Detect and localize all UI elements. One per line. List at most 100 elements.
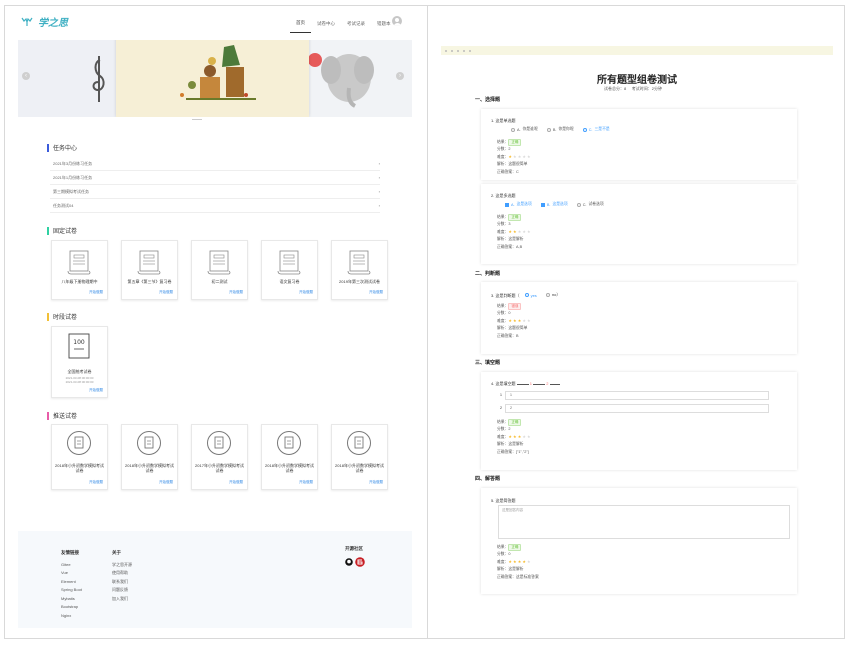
task-item[interactable]: 2021年1月份练习任务 › xyxy=(50,171,380,185)
fixed-papers-heading: 固定试卷 xyxy=(47,226,77,235)
blank-input-2[interactable]: 22 xyxy=(500,404,769,413)
nav-exam-record[interactable]: 考试记录 xyxy=(341,19,371,33)
result-row: 结果： 正确 xyxy=(497,544,522,551)
task-item[interactable]: 任务测试04 › xyxy=(50,199,380,213)
radio-icon xyxy=(546,127,551,132)
deer-logo-icon xyxy=(21,17,33,26)
radio-selected-icon xyxy=(524,293,529,297)
footer-link[interactable]: Vue xyxy=(61,569,82,578)
difficulty-label: 难度： xyxy=(497,560,509,564)
answer-value: ["1","2"] xyxy=(515,450,529,454)
option-b[interactable]: B. 这是选项 xyxy=(540,202,568,207)
footer-link[interactable]: 加入我们 xyxy=(112,595,132,604)
option-a[interactable]: A. 这是选项 xyxy=(505,202,532,207)
footer-link[interactable]: Nginx xyxy=(61,612,82,621)
difficulty-label: 难度： xyxy=(497,155,509,159)
option-true[interactable]: yes xyxy=(524,293,537,298)
option-false[interactable]: no） xyxy=(545,292,560,298)
footer-link[interactable]: 联系我们 xyxy=(112,578,132,587)
question-nav-dot[interactable] xyxy=(445,49,447,52)
start-paper-button[interactable]: 开始做题 xyxy=(369,290,383,295)
paper-name: 2018年小升初数学模拟考试试卷 xyxy=(265,463,314,473)
start-paper-button[interactable]: 开始做题 xyxy=(89,290,103,295)
task-item[interactable]: 2021年3月份练习任务 › xyxy=(50,157,380,171)
start-paper-button[interactable]: 开始做题 xyxy=(299,480,313,485)
svg-text:100: 100 xyxy=(73,339,85,346)
start-paper-button[interactable]: 开始做题 xyxy=(159,290,173,295)
difficulty-row: 难度：★ ★ ★ ★ ★ xyxy=(497,154,531,160)
option-a[interactable]: A. 你是谁呢 xyxy=(511,127,538,132)
document-icon xyxy=(347,250,371,275)
option-c[interactable]: C. 试卷选项 xyxy=(576,202,604,207)
logo[interactable]: 学之思 xyxy=(20,14,68,29)
start-paper-button[interactable]: 开始做题 xyxy=(159,480,173,485)
footer-link[interactable]: 使用帮助 xyxy=(112,569,132,578)
carousel-indicator[interactable] xyxy=(192,119,202,120)
difficulty-row: 难度：★ ★ ★ ★ ★ xyxy=(497,318,531,324)
score-label: 分数： xyxy=(497,311,509,315)
paper-card[interactable]: 2018年小升初数学模拟考试试卷 开始做题 xyxy=(261,424,318,490)
score-row: 分数：2 xyxy=(497,427,511,432)
star-empty-icon: ★ xyxy=(517,229,522,234)
push-papers-heading: 推送试卷 xyxy=(47,411,77,420)
option-b[interactable]: B. 你是你呢 xyxy=(546,127,574,132)
start-paper-button[interactable]: 开始做题 xyxy=(89,388,103,393)
exam-clipboard-icon xyxy=(277,431,301,455)
question-nav-dot[interactable] xyxy=(457,49,459,52)
radio-selected-icon xyxy=(582,127,587,132)
task-item-label: 任务测试04 xyxy=(53,202,74,208)
document-icon xyxy=(137,250,161,275)
carousel-next-button[interactable]: › xyxy=(396,72,404,80)
github-icon[interactable] xyxy=(345,557,353,566)
start-paper-button[interactable]: 开始做题 xyxy=(369,480,383,485)
parse-row: 解析：这是解析 xyxy=(497,442,524,447)
carousel-prev-button[interactable]: ‹ xyxy=(22,72,30,80)
start-paper-button[interactable]: 开始做题 xyxy=(89,480,103,485)
footer-link[interactable]: 问题反馈 xyxy=(112,586,132,595)
score-value: 2 xyxy=(508,427,511,431)
question-card-3: 3. 这是判断题（ yes no） 结果： 错误 分数：0 难度：★ ★ ★ ★ … xyxy=(481,282,797,354)
start-paper-button[interactable]: 开始做题 xyxy=(299,290,313,295)
question-nav-dot[interactable] xyxy=(469,49,471,52)
star-icon: ★ xyxy=(513,229,517,234)
option-key: B. xyxy=(552,127,557,132)
paper-card[interactable]: 八年级下册物理期中 开始做题 xyxy=(51,240,108,300)
task-item[interactable]: 第三期模拟考试任务 › xyxy=(50,185,380,199)
option-c[interactable]: C. 三是不是 xyxy=(582,127,610,132)
footer-link[interactable]: Spring Boot xyxy=(61,586,82,595)
footer-link[interactable]: Mybatis xyxy=(61,595,82,604)
nav-paper-center[interactable]: 试卷中心 xyxy=(311,19,341,33)
star-empty-icon: ★ xyxy=(522,434,526,439)
gitee-icon[interactable] xyxy=(355,556,365,567)
nav-home[interactable]: 首页 xyxy=(290,18,311,33)
paper-card[interactable]: 初二测试 开始做题 xyxy=(191,240,248,300)
paper-card[interactable]: 语文复习卷 开始做题 xyxy=(261,240,318,300)
question-nav-dot[interactable] xyxy=(463,49,465,52)
paper-meta: 试卷总分：8 考试时间：2分钟 xyxy=(604,86,662,92)
blank-input-1[interactable]: 11 xyxy=(500,391,769,400)
footer-link[interactable]: Element xyxy=(61,578,82,587)
banner-slide-active[interactable] xyxy=(116,40,309,117)
parse-label: 解析： xyxy=(497,567,509,571)
paper-card[interactable]: 2018年小升初数学模拟考试试卷 开始做题 xyxy=(121,424,178,490)
fixed-papers-list: 八年级下册物理期中 开始做题 第五章《第三节》复习卷 开始做题 初二测试 开始做… xyxy=(51,240,388,300)
footer-link[interactable]: 学之思开源 xyxy=(112,561,132,570)
parse-row: 解析：这题很简单 xyxy=(497,326,527,331)
question-nav-dot[interactable] xyxy=(451,49,453,52)
blank-index: 2 xyxy=(500,406,502,410)
paper-card[interactable]: 2018年小升初数学模拟考试试卷 开始做题 xyxy=(331,424,388,490)
paper-card[interactable]: 2019年第三次测试试卷 开始做题 xyxy=(331,240,388,300)
start-paper-button[interactable]: 开始做题 xyxy=(229,290,243,295)
paper-card[interactable]: 100 全国统考试卷 2021-03-08 00:00:00 2021-03-0… xyxy=(51,326,108,398)
footer-link[interactable]: Bootstrap xyxy=(61,603,82,612)
paper-card[interactable]: 第五章《第三节》复习卷 开始做题 xyxy=(121,240,178,300)
paper-card[interactable]: 2017年小升初数学模拟考试试卷 开始做题 xyxy=(191,424,248,490)
user-avatar-icon[interactable] xyxy=(392,16,402,26)
timed-papers-title: 时段试卷 xyxy=(53,315,78,321)
answer-textarea[interactable]: 这是回答内容 xyxy=(498,505,790,539)
score-label: 分数： xyxy=(497,427,509,431)
footer-link[interactable]: Gitee xyxy=(61,561,82,570)
star-empty-icon: ★ xyxy=(527,434,531,439)
paper-card[interactable]: 2018年小升初数学模拟考试试卷 开始做题 xyxy=(51,424,108,490)
start-paper-button[interactable]: 开始做题 xyxy=(229,480,243,485)
